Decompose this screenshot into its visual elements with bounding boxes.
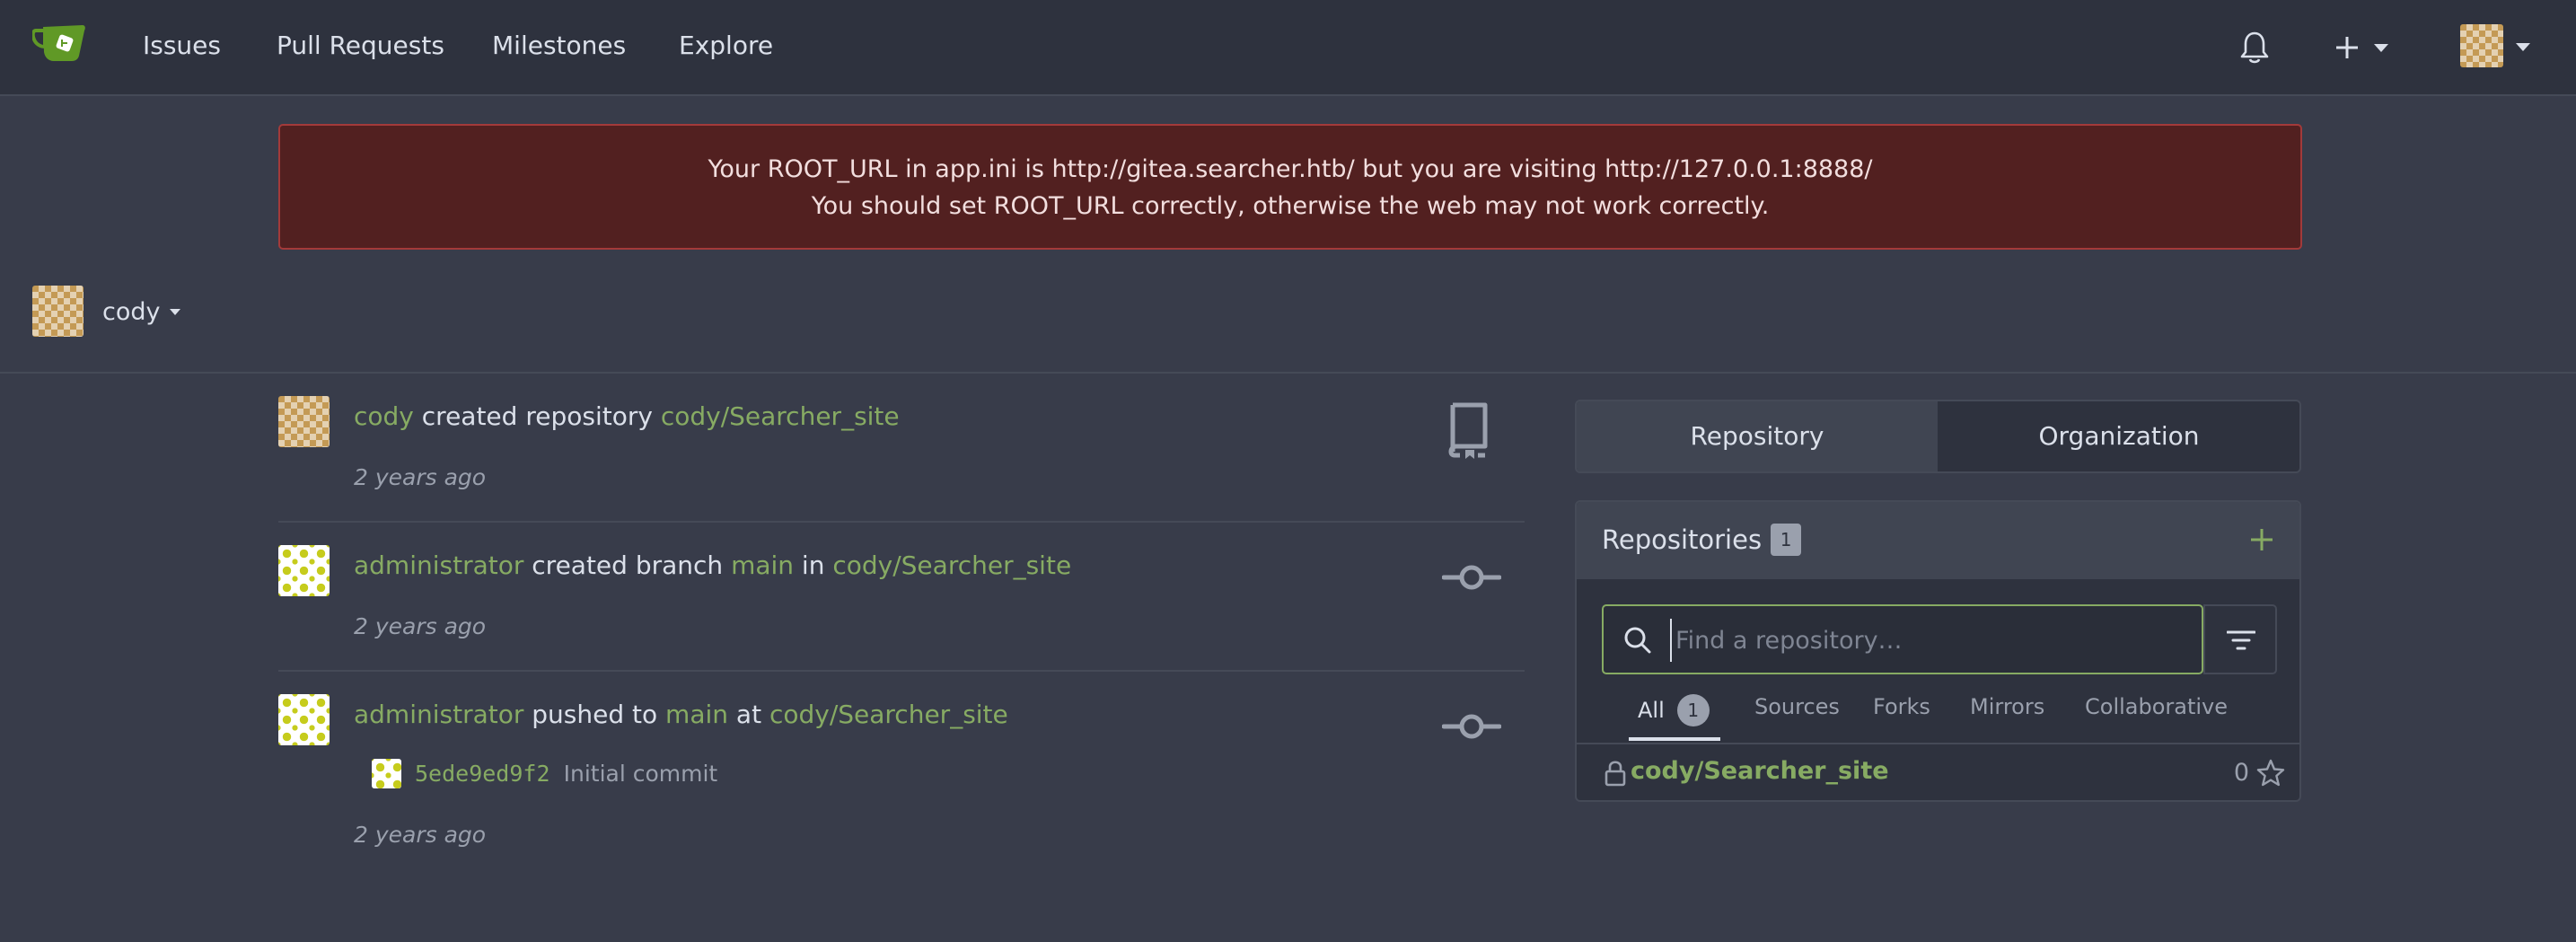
root-url-error-banner: Your ROOT_URL in app.ini is http://gitea… bbox=[278, 124, 2302, 250]
chevron-down-icon bbox=[2516, 43, 2530, 51]
filter-button[interactable] bbox=[2203, 604, 2277, 674]
nav-issues[interactable]: Issues bbox=[143, 31, 221, 60]
create-menu-button[interactable] bbox=[2334, 31, 2392, 65]
actor-link[interactable]: cody bbox=[354, 401, 414, 431]
avatar bbox=[2460, 24, 2503, 67]
commit-message: Initial commit bbox=[563, 761, 718, 787]
repo-link[interactable]: cody/Searcher_site bbox=[769, 700, 1008, 729]
git-commit-icon bbox=[1442, 565, 1501, 590]
repo-list-item: cody/Searcher_site 0 bbox=[1577, 744, 2299, 800]
feed-text: cody created repository cody/Searcher_si… bbox=[354, 401, 900, 431]
feed-item: cody created repository cody/Searcher_si… bbox=[278, 396, 1525, 522]
divider bbox=[278, 521, 1525, 523]
feed-timestamp: 2 years ago bbox=[354, 613, 487, 639]
chevron-down-icon bbox=[170, 309, 181, 315]
feed-connector: at bbox=[728, 700, 769, 729]
repositories-title: Repositories 1 bbox=[1602, 524, 1802, 556]
tab-repository[interactable]: Repository bbox=[1577, 401, 1938, 471]
git-commit-icon bbox=[1442, 714, 1501, 739]
feed-text: administrator created branch main in cod… bbox=[354, 550, 1071, 580]
star-count: 0 bbox=[2233, 759, 2249, 787]
repositories-panel: Repositories 1 All 1 Sources Forks Mirrors… bbox=[1575, 500, 2301, 802]
error-line-2: You should set ROOT_URL correctly, other… bbox=[811, 192, 1770, 220]
repo-search-input[interactable] bbox=[1670, 619, 2189, 662]
star-icon[interactable] bbox=[2256, 759, 2285, 788]
context-user-name: cody bbox=[102, 298, 161, 326]
branch-link[interactable]: main bbox=[731, 550, 794, 580]
filter-icon bbox=[2227, 630, 2255, 650]
repositories-header: Repositories 1 bbox=[1577, 502, 2299, 579]
commit-author-avatar bbox=[372, 759, 401, 788]
dashboard-header bbox=[0, 269, 2576, 374]
all-count-badge: 1 bbox=[1676, 694, 1710, 726]
feed-action: created repository bbox=[413, 401, 661, 431]
top-navbar: Issues Pull Requests Milestones Explore bbox=[0, 0, 2576, 96]
repo-name-link[interactable]: cody/Searcher_site bbox=[1631, 757, 1889, 785]
context-user-avatar[interactable] bbox=[32, 286, 84, 337]
repo-link[interactable]: cody/Searcher_site bbox=[832, 550, 1071, 580]
repo-search-box bbox=[1602, 604, 2203, 674]
commit-sha-link[interactable]: 5ede9ed9f2 bbox=[415, 761, 550, 787]
nav-milestones[interactable]: Milestones bbox=[492, 31, 626, 60]
active-filter-underline bbox=[1629, 737, 1720, 741]
filter-collaborative[interactable]: Collaborative bbox=[2085, 694, 2228, 719]
feed-timestamp: 2 years ago bbox=[354, 822, 487, 848]
feed-item: administrator pushed to main at cody/Sea… bbox=[278, 694, 1525, 856]
nav-pull-requests[interactable]: Pull Requests bbox=[277, 31, 444, 60]
feed-text: administrator pushed to main at cody/Sea… bbox=[354, 700, 1008, 729]
avatar[interactable] bbox=[278, 694, 330, 745]
lock-icon bbox=[1605, 761, 1626, 787]
chevron-down-icon bbox=[2374, 44, 2388, 52]
feed-connector: in bbox=[794, 550, 833, 580]
feed-action: created branch bbox=[523, 550, 732, 580]
tab-organization[interactable]: Organization bbox=[1939, 401, 2299, 471]
new-repo-plus-icon[interactable] bbox=[2249, 527, 2274, 552]
filter-all-label: All bbox=[1638, 698, 1665, 723]
gitea-logo-icon[interactable] bbox=[32, 22, 88, 63]
repo-icon bbox=[1448, 402, 1488, 459]
commit-entry: 5ede9ed9f2 Initial commit bbox=[415, 761, 717, 787]
filter-forks[interactable]: Forks bbox=[1873, 694, 1930, 719]
actor-link[interactable]: administrator bbox=[354, 700, 523, 729]
avatar[interactable] bbox=[278, 545, 330, 596]
context-switcher[interactable]: cody bbox=[102, 298, 181, 326]
error-line-1: Your ROOT_URL in app.ini is http://gitea… bbox=[708, 155, 1873, 183]
feed-item: administrator created branch main in cod… bbox=[278, 545, 1525, 671]
bell-icon[interactable] bbox=[2239, 31, 2270, 65]
search-icon bbox=[1624, 627, 1651, 654]
filter-sources[interactable]: Sources bbox=[1754, 694, 1840, 719]
branch-link[interactable]: main bbox=[665, 700, 728, 729]
repo-count-badge: 1 bbox=[1771, 524, 1802, 556]
filter-all[interactable]: All 1 bbox=[1638, 694, 1710, 726]
nav-explore[interactable]: Explore bbox=[679, 31, 773, 60]
feed-action: pushed to bbox=[523, 700, 666, 729]
filter-mirrors[interactable]: Mirrors bbox=[1970, 694, 2044, 719]
repositories-label: Repositories bbox=[1602, 524, 1763, 555]
plus-icon bbox=[2336, 37, 2358, 58]
divider bbox=[278, 670, 1525, 672]
user-menu-button[interactable] bbox=[2460, 24, 2532, 69]
actor-link[interactable]: administrator bbox=[354, 550, 523, 580]
avatar[interactable] bbox=[278, 396, 330, 447]
repo-link[interactable]: cody/Searcher_site bbox=[661, 401, 900, 431]
repo-org-tabs: Repository Organization bbox=[1575, 400, 2301, 473]
feed-timestamp: 2 years ago bbox=[354, 464, 487, 490]
